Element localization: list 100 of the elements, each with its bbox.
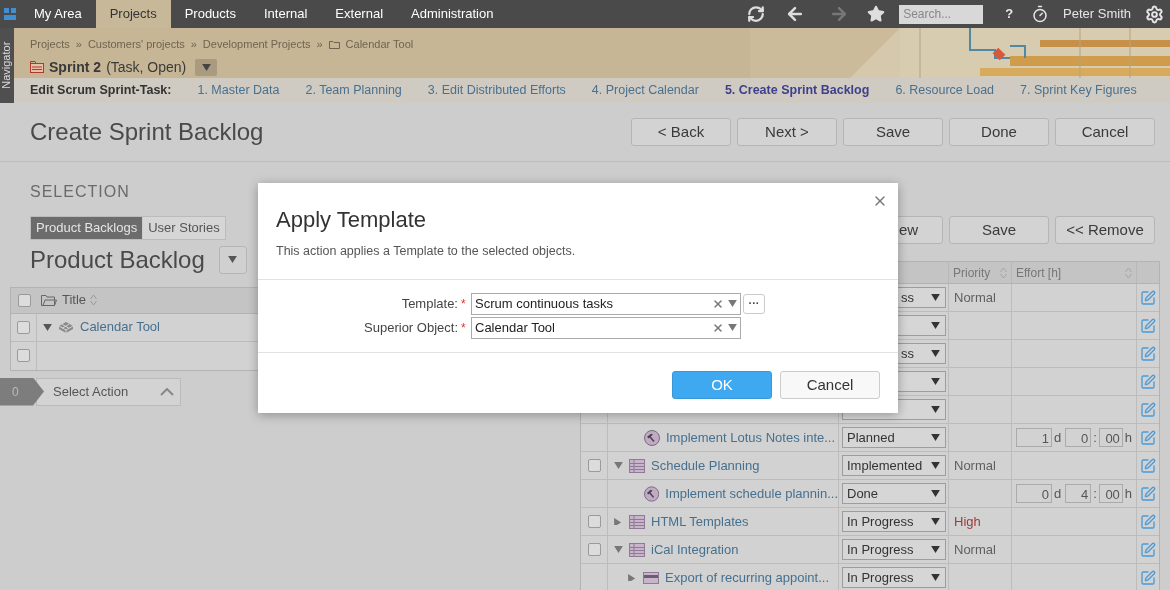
row-title-link[interactable]: iCal Integration (651, 539, 739, 560)
toolbar-button[interactable]: Done (949, 118, 1049, 146)
column-header[interactable]: Effort [h] (1016, 263, 1062, 282)
nav-tab[interactable]: Products (170, 0, 250, 28)
nav-tab[interactable]: Administration (397, 0, 508, 28)
step-link[interactable]: 6. Resource Load (895, 81, 995, 100)
step-link[interactable]: 5. Create Sprint Backlog (724, 81, 870, 100)
priority-label: Normal (954, 289, 996, 307)
cancel-button[interactable]: Cancel (780, 370, 880, 399)
combo-field[interactable]: Calendar Tool (471, 316, 741, 339)
breadcrumb-link[interactable]: Customers' projects (87, 36, 185, 53)
row-title-link[interactable]: Implement schedule plannin... (665, 483, 838, 504)
caret-icon (931, 434, 940, 441)
row-title-link[interactable]: Implement Lotus Notes inte... (666, 427, 836, 448)
hammer-icon (644, 429, 660, 446)
checkbox[interactable] (17, 320, 30, 334)
edit-icon[interactable] (1140, 429, 1156, 446)
search-field[interactable]: Search... (899, 4, 984, 24)
checkbox[interactable] (587, 543, 601, 556)
column-header[interactable]: Title (62, 290, 87, 310)
settings-icon[interactable] (1145, 4, 1164, 24)
nav-tab[interactable]: My Area (20, 0, 96, 28)
browse-button[interactable]: ··· (743, 293, 765, 314)
expand-toggle[interactable] (614, 518, 623, 525)
breadcrumb-link[interactable]: Development Projects (202, 36, 311, 53)
expand-toggle[interactable] (614, 462, 623, 469)
status-select[interactable]: Done (842, 483, 946, 504)
days-field[interactable]: 1 (1016, 428, 1052, 447)
edit-icon[interactable] (1140, 569, 1156, 586)
edit-icon[interactable] (1140, 541, 1156, 558)
selection-tab[interactable]: User Stories (143, 217, 225, 239)
checkbox[interactable] (587, 459, 601, 472)
object-menu-button[interactable] (195, 58, 218, 76)
caret-icon (228, 256, 238, 263)
edit-icon[interactable] (1140, 513, 1156, 530)
step-link[interactable]: 2. Team Planning (305, 81, 402, 100)
select-action-button[interactable]: Select Action (36, 377, 181, 406)
refresh-icon[interactable] (747, 5, 766, 23)
clear-icon[interactable] (712, 321, 724, 334)
nav-tab[interactable]: External (321, 0, 398, 28)
checkbox[interactable] (587, 515, 601, 528)
logo-icon[interactable] (4, 8, 16, 20)
checkbox[interactable] (17, 349, 30, 362)
edit-icon[interactable] (1140, 485, 1156, 502)
days-field[interactable]: 0 (1016, 484, 1052, 503)
edit-icon[interactable] (1140, 289, 1156, 306)
user-name[interactable]: Peter Smith (1063, 4, 1131, 24)
selection-tab[interactable]: Product Backlogs (31, 217, 143, 239)
sort-icon[interactable] (90, 294, 98, 306)
row-title-link[interactable]: Schedule Planning (651, 455, 760, 476)
backlog-button[interactable]: << Remove (1055, 216, 1155, 244)
breadcrumb-separator: » (316, 37, 323, 52)
status-select[interactable]: In Progress (842, 511, 946, 532)
row-title-link[interactable]: HTML Templates (651, 511, 749, 532)
step-link[interactable]: 7. Sprint Key Figures (1020, 81, 1137, 100)
expand-toggle[interactable] (614, 546, 623, 553)
edit-icon[interactable] (1140, 345, 1156, 362)
step-link[interactable]: 1. Master Data (197, 81, 280, 100)
nav-tab[interactable]: Projects (95, 0, 171, 28)
backlog-button[interactable]: Save (949, 216, 1049, 244)
toolbar-button[interactable]: Save (843, 118, 943, 146)
breadcrumb-link[interactable]: Projects (30, 36, 70, 53)
row-title-link[interactable]: Calendar Tool (80, 317, 160, 337)
expand-toggle[interactable] (43, 323, 52, 331)
card-icon (643, 571, 659, 584)
toolbar-button[interactable]: Cancel (1055, 118, 1155, 146)
navigator-tab[interactable]: Navigator (0, 28, 14, 103)
star-icon[interactable] (867, 5, 886, 23)
clear-icon[interactable] (712, 297, 724, 310)
dropdown-button[interactable] (218, 245, 247, 274)
help-link[interactable]: ? (1005, 4, 1014, 24)
expand-toggle[interactable] (628, 574, 637, 581)
edit-icon[interactable] (1140, 401, 1156, 418)
row-title-link[interactable]: Export of recurring appoint... (665, 567, 830, 588)
sort-icon[interactable] (1125, 266, 1132, 279)
status-select[interactable]: Implemented (842, 455, 946, 476)
toolbar-button[interactable]: Next > (737, 118, 837, 146)
nav-tab[interactable]: Internal (249, 0, 322, 28)
sort-icon[interactable] (1000, 266, 1007, 279)
hours-field[interactable]: 4 (1065, 484, 1092, 503)
step-link[interactable]: 4. Project Calendar (591, 81, 699, 100)
status-select[interactable]: In Progress (842, 539, 946, 560)
step-link[interactable]: 3. Edit Distributed Efforts (427, 81, 566, 100)
checkbox[interactable] (17, 293, 31, 307)
edit-icon[interactable] (1140, 317, 1156, 334)
caret-icon (931, 322, 940, 329)
status-select[interactable]: Planned (842, 427, 946, 448)
timer-icon[interactable] (1031, 5, 1050, 23)
breadcrumb-link[interactable]: Calendar Tool (345, 36, 414, 53)
caret-icon (628, 574, 637, 581)
combo-field[interactable]: Scrum continuous tasks (471, 292, 741, 315)
toolbar-button[interactable]: < Back (631, 118, 731, 146)
time-separator: : (1093, 428, 1097, 447)
status-select[interactable]: In Progress (842, 567, 946, 588)
minutes-field[interactable]: 00 (1098, 484, 1123, 503)
edit-icon[interactable] (1140, 373, 1156, 390)
edit-icon[interactable] (1140, 457, 1156, 474)
minutes-field[interactable]: 00 (1098, 428, 1123, 447)
hours-field[interactable]: 0 (1065, 428, 1092, 447)
priority-label: Normal (954, 457, 996, 475)
